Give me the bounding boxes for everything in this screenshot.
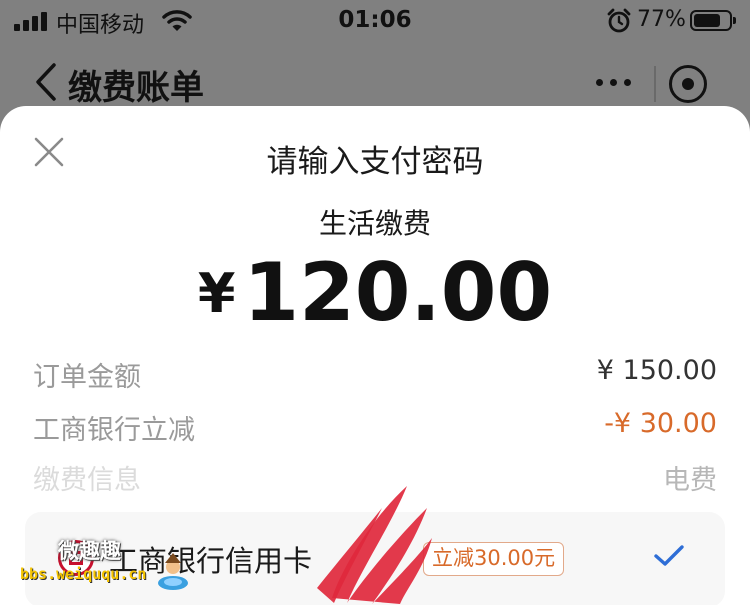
sheet-title: 请输入支付密码 xyxy=(266,144,484,180)
payee-name: 生活缴费 xyxy=(318,207,431,240)
status-bar: 中国移动 01:06 77% xyxy=(0,0,750,42)
bank-discount-value: -¥ 30.00 xyxy=(604,408,717,439)
redaction-scribble xyxy=(317,486,432,604)
battery-icon xyxy=(690,10,736,31)
alarm-icon xyxy=(607,8,631,33)
payment-info-value: 电费 xyxy=(663,465,717,496)
site-watermark: 微趣趣 bbs.weiququ.cn xyxy=(20,535,190,595)
chevron-left-icon[interactable] xyxy=(30,62,60,102)
order-amount-value: ¥ 150.00 xyxy=(596,355,717,386)
payment-info-label: 缴费信息 xyxy=(33,465,141,496)
watermark-url: bbs.weiququ.cn xyxy=(20,565,147,583)
currency-symbol: ¥ xyxy=(197,262,236,325)
payment-amount: ¥120.00 xyxy=(0,246,750,339)
nav-bar: 缴费账单 xyxy=(0,52,750,112)
battery-percentage: 77% xyxy=(637,7,686,32)
order-amount-label: 订单金额 xyxy=(33,362,141,393)
more-dots-icon[interactable] xyxy=(596,72,646,92)
page-title: 缴费账单 xyxy=(68,68,204,108)
checkmark-icon xyxy=(654,545,684,566)
capsule-divider xyxy=(654,66,656,102)
mini-program-capsule xyxy=(578,58,730,110)
bank-discount-label: 工商银行立减 xyxy=(33,415,195,446)
amount-value: 120.00 xyxy=(243,246,553,339)
target-circle-icon[interactable] xyxy=(669,65,707,103)
mascot-icon xyxy=(158,553,188,590)
promo-badge: 立减30.00元 xyxy=(423,542,565,576)
watermark-logo: 微趣趣 xyxy=(58,539,121,563)
bank-discount-row: 工商银行立减 -¥ 30.00 xyxy=(33,408,717,448)
order-amount-row: 订单金额 ¥ 150.00 xyxy=(33,355,717,395)
